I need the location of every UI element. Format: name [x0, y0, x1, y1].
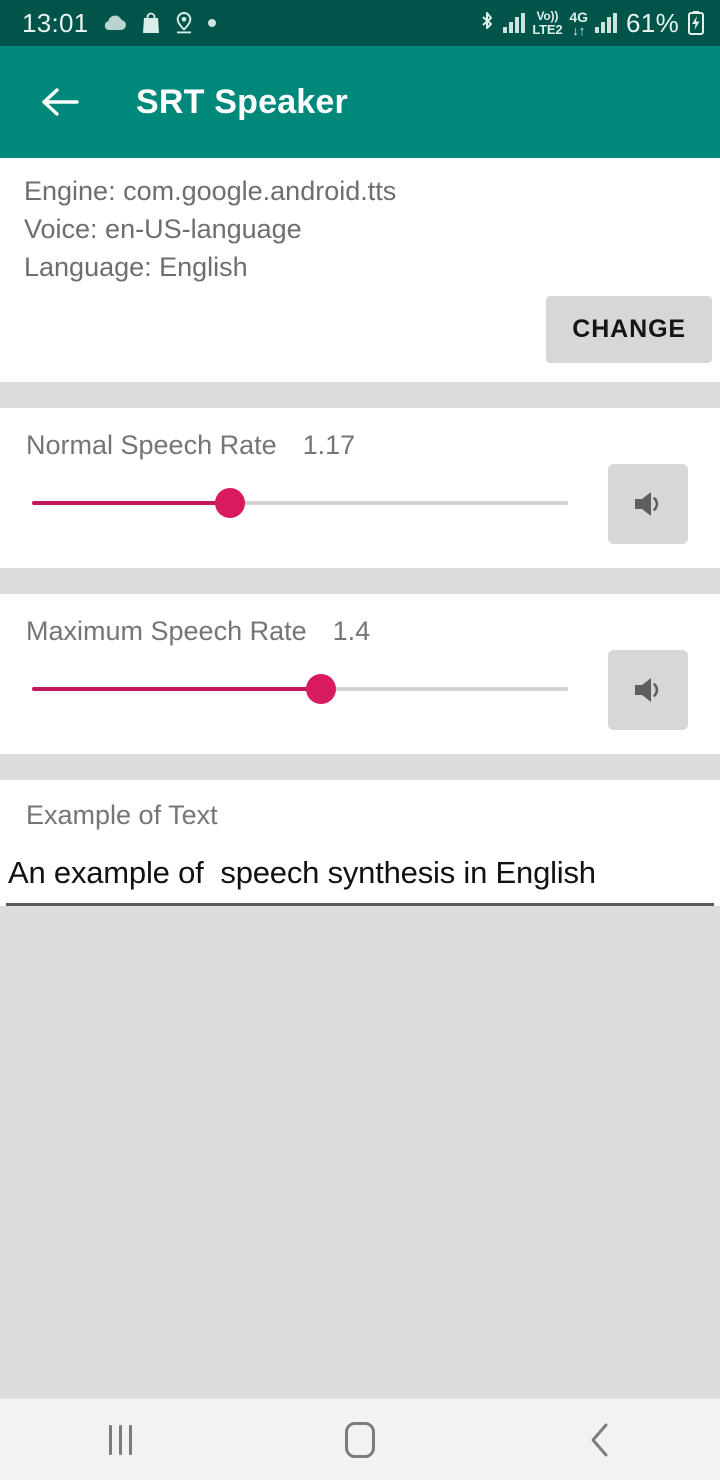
maximum-rate-label: Maximum Speech Rate	[26, 616, 307, 646]
signal-bars-icon-1	[503, 13, 526, 33]
dot-icon	[207, 18, 217, 28]
normal-rate-label: Normal Speech Rate	[26, 430, 277, 460]
maximum-speech-rate-section: Maximum Speech Rate 1.4	[0, 594, 720, 754]
example-text-section: Example of Text	[0, 780, 720, 906]
example-text-label: Example of Text	[26, 800, 218, 830]
maximum-rate-slider-thumb[interactable]	[306, 674, 337, 704]
battery-charging-icon	[686, 10, 706, 36]
change-button-row: CHANGE	[0, 286, 720, 382]
status-bar: 13:01 Vo)) LTE2 4G ↓↑ 61%	[0, 0, 720, 46]
volte-indicator: Vo)) LTE2	[532, 10, 562, 36]
normal-rate-value: 1.17	[302, 430, 356, 460]
location-pin-icon	[174, 11, 194, 35]
maximum-rate-value: 1.4	[332, 616, 371, 646]
section-divider-3	[0, 754, 720, 780]
normal-rate-slider-fill	[32, 501, 231, 505]
status-bar-left: 13:01	[22, 8, 217, 39]
maximum-rate-label-row: Maximum Speech Rate 1.4	[0, 594, 720, 647]
status-clock: 13:01	[22, 7, 89, 38]
maximum-rate-slider-row	[0, 647, 720, 733]
maximum-rate-slider-fill	[32, 687, 322, 691]
signal-bars-icon-2	[595, 13, 618, 33]
recents-icon	[108, 1424, 132, 1455]
volte-line-1: Vo))	[536, 9, 559, 23]
status-bar-right: Vo)) LTE2 4G ↓↑ 61%	[478, 8, 706, 39]
back-nav-button[interactable]	[540, 1399, 660, 1480]
normal-rate-slider-thumb[interactable]	[215, 488, 246, 518]
engine-name-text: Engine: com.google.android.tts	[24, 176, 397, 206]
speaker-icon	[635, 678, 659, 702]
bluetooth-icon	[478, 10, 496, 36]
voice-name-text: Voice: en-US-language	[24, 214, 302, 244]
shopping-bag-icon	[141, 11, 161, 35]
volte-line-2: LTE2	[532, 22, 563, 37]
speaker-icon	[635, 492, 659, 516]
app-bar: SRT Speaker	[0, 46, 720, 158]
recents-button[interactable]	[60, 1399, 180, 1480]
home-icon	[345, 1421, 375, 1458]
normal-speech-rate-section: Normal Speech Rate 1.17	[0, 408, 720, 568]
home-button[interactable]	[300, 1399, 420, 1480]
normal-rate-speak-button[interactable]	[608, 464, 688, 544]
system-navigation-bar	[0, 1398, 720, 1480]
normal-rate-slider[interactable]	[32, 488, 568, 518]
change-button[interactable]: CHANGE	[546, 296, 712, 363]
page-title: SRT Speaker	[136, 82, 348, 121]
back-button[interactable]	[34, 75, 88, 129]
normal-rate-label-row: Normal Speech Rate 1.17	[0, 408, 720, 461]
network-type-label: 4G	[569, 8, 589, 25]
maximum-rate-speak-button[interactable]	[608, 650, 688, 730]
battery-percent: 61%	[626, 7, 679, 38]
back-chevron-icon	[591, 1423, 608, 1456]
engine-info-block[interactable]: Engine: com.google.android.tts Voice: en…	[0, 158, 720, 286]
network-type-indicator: 4G ↓↑	[569, 10, 588, 37]
empty-area	[0, 906, 720, 1398]
example-input-wrapper	[0, 855, 720, 906]
section-divider-1	[0, 382, 720, 408]
settings-content: Engine: com.google.android.tts Voice: en…	[0, 158, 720, 1398]
cloud-icon	[102, 13, 128, 33]
example-text-input[interactable]	[6, 855, 714, 906]
maximum-rate-slider[interactable]	[32, 674, 568, 704]
language-name-text: Language: English	[24, 252, 248, 282]
section-divider-2	[0, 568, 720, 594]
normal-rate-slider-row	[0, 461, 720, 547]
data-arrows-icon: ↓↑	[572, 22, 586, 38]
arrow-left-icon	[42, 88, 79, 116]
app-screen: 13:01 Vo)) LTE2 4G ↓↑ 61% SRT Speaker En…	[0, 0, 720, 1480]
